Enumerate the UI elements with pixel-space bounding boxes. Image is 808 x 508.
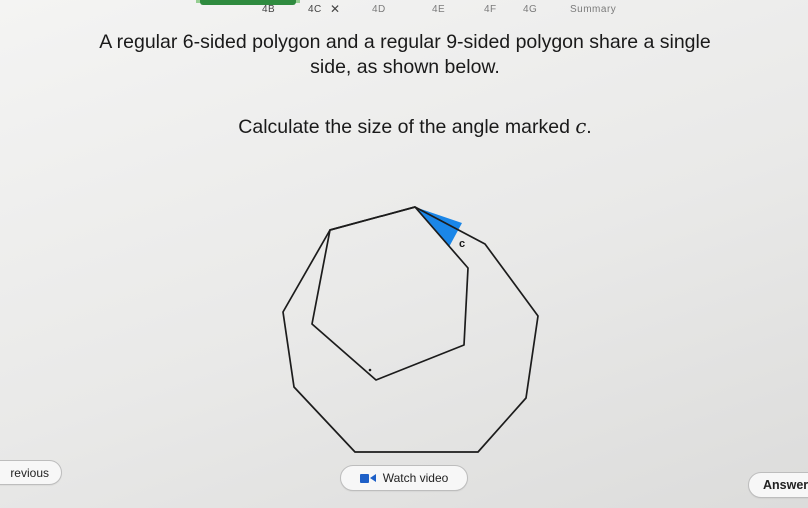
question-panel: A regular 6-sided polygon and a regular …	[10, 30, 800, 140]
question-tab-bar: 4B 4C ✕ 4D 4E 4F 4G Summary	[0, 0, 808, 26]
watch-video-label: Watch video	[382, 471, 449, 485]
instruction-prefix: Calculate the size of the angle marked	[238, 116, 576, 138]
tab-4g[interactable]: 4G	[523, 4, 537, 15]
tab-active-indicator	[200, 0, 296, 5]
video-camera-icon	[359, 473, 376, 484]
cross-icon: ✕	[330, 2, 341, 16]
question-text-line-1: A regular 6-sided polygon and a regular …	[99, 31, 711, 53]
tab-4d[interactable]: 4D	[372, 4, 386, 15]
tab-4b[interactable]: 4B	[262, 4, 275, 15]
tab-summary[interactable]: Summary	[570, 4, 616, 15]
previous-button-label: revious	[10, 465, 49, 480]
answer-button[interactable]: Answer	[748, 472, 808, 498]
hexagon-outline	[311, 206, 469, 381]
watch-video-button[interactable]: Watch video	[340, 465, 468, 491]
answer-button-label: Answer	[763, 478, 808, 492]
nonagon-outline	[282, 206, 539, 453]
angle-label-c: c	[459, 238, 465, 250]
question-instruction: Calculate the size of the angle marked c…	[10, 114, 800, 140]
instruction-suffix: .	[586, 116, 592, 138]
tab-4f[interactable]: 4F	[484, 4, 497, 15]
question-text-line-2: side, as shown below.	[310, 56, 500, 78]
angle-c-highlight	[415, 207, 462, 247]
vertex-dot	[368, 368, 372, 372]
angle-variable: c	[575, 115, 587, 138]
tab-4c[interactable]: 4C	[308, 4, 322, 15]
previous-button[interactable]: revious	[0, 460, 62, 485]
tab-4e[interactable]: 4E	[432, 4, 445, 15]
